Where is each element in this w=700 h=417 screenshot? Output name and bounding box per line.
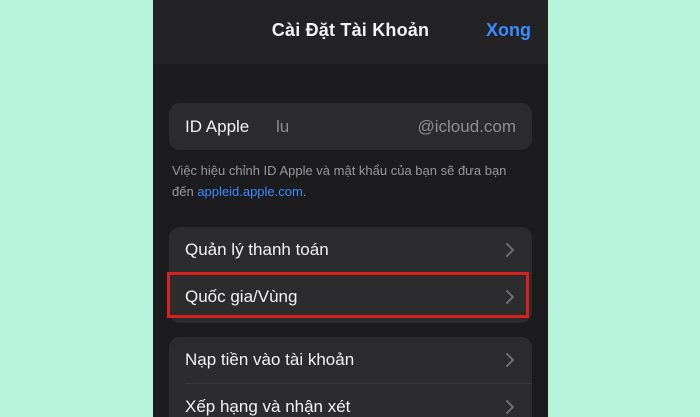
chevron-right-icon [506,243,514,257]
ratings-reviews-label: Xếp hạng và nhận xét [185,397,351,416]
chevron-right-icon [506,290,514,304]
apple-id-label: ID Apple [185,117,250,136]
apple-id-username: lu [276,117,290,136]
footnote-suffix: . [302,184,307,199]
add-funds-row[interactable]: Nạp tiền vào tài khoản [169,337,532,383]
done-button[interactable]: Xong [486,20,531,41]
add-funds-label: Nạp tiền vào tài khoản [185,350,355,369]
apple-id-domain: @icloud.com [417,117,516,136]
manage-payment-row[interactable]: Quản lý thanh toán [169,227,532,273]
chevron-right-icon [506,353,514,367]
chevron-right-icon [506,400,514,414]
settings-group-account: Nạp tiền vào tài khoản Xếp hạng và nhận … [169,337,532,417]
apple-id-row[interactable]: ID Apple lu @icloud.com [169,103,532,150]
country-region-row[interactable]: Quốc gia/Vùng [169,274,532,320]
phone-screen: Cài Đặt Tài Khoản Xong ID Apple lu @iclo… [153,0,548,417]
navigation-bar: Cài Đặt Tài Khoản Xong [153,0,548,64]
manage-payment-label: Quản lý thanh toán [185,240,329,259]
apple-id-footnote: Việc hiệu chỉnh ID Apple và mật khẩu của… [172,160,522,202]
ratings-reviews-row[interactable]: Xếp hạng và nhận xét [169,384,532,417]
appleid-link[interactable]: appleid.apple.com [197,184,303,199]
settings-group-payment: Quản lý thanh toán Quốc gia/Vùng [169,227,532,323]
country-region-label: Quốc gia/Vùng [185,287,298,306]
